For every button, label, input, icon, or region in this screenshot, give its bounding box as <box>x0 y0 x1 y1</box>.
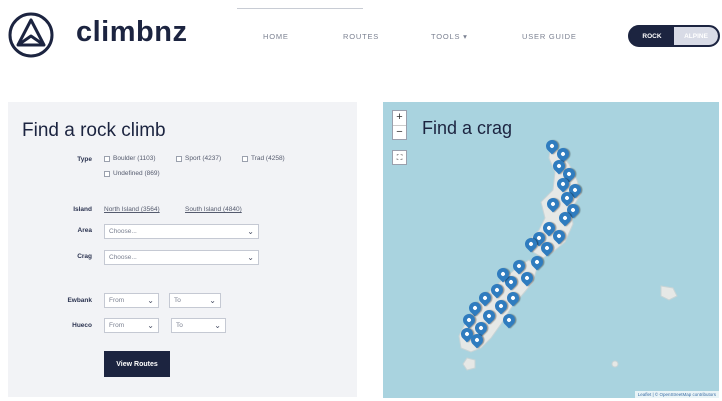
type-undefined-checkbox[interactable]: Undefined (869) <box>104 170 160 177</box>
ewbank-from-select[interactable]: From ⌄ <box>104 293 159 308</box>
area-label: Area <box>77 227 92 234</box>
area-select[interactable]: Choose... ⌄ <box>104 224 259 239</box>
south-island-link[interactable]: South Island (4840) <box>185 206 242 213</box>
hueco-from-value: From <box>109 322 125 329</box>
chevron-down-icon: ⌄ <box>209 296 216 305</box>
crag-map[interactable]: + − ⛶ Find a crag Leaflet | © OpenStreet… <box>383 102 719 398</box>
type-sport-checkbox[interactable]: Sport (4237) <box>176 155 221 162</box>
chevron-down-icon: ⌄ <box>147 296 154 305</box>
toggle-rock[interactable]: ROCK <box>630 27 674 45</box>
checkbox-box[interactable] <box>104 155 110 162</box>
type-label: Type <box>77 156 92 163</box>
toggle-alpine[interactable]: ALPINE <box>674 27 718 45</box>
checkbox-box[interactable] <box>242 155 248 162</box>
zoom-out-button[interactable]: − <box>393 125 406 139</box>
north-island-link[interactable]: North Island (3564) <box>104 206 160 213</box>
checkbox-box[interactable] <box>176 155 182 162</box>
type-boulder-label: Boulder (1103) <box>113 155 156 162</box>
rock-alpine-toggle[interactable]: ROCK ALPINE <box>628 25 720 47</box>
nav-indicator <box>237 8 363 9</box>
chevron-down-icon: ⌄ <box>247 227 254 236</box>
hueco-to-select[interactable]: To ⌄ <box>171 318 226 333</box>
crag-select[interactable]: Choose... ⌄ <box>104 250 259 265</box>
climbnz-page: climbnz HOME ROUTES TOOLS ▾ USER GUIDE R… <box>0 0 722 401</box>
ewbank-to-select[interactable]: To ⌄ <box>169 293 221 308</box>
search-panel: Find a rock climb Type Boulder (1103) Sp… <box>8 102 357 397</box>
chevron-down-icon: ⌄ <box>214 321 221 330</box>
ewbank-from-value: From <box>109 297 125 304</box>
ewbank-label: Ewbank <box>67 297 92 304</box>
nav-home[interactable]: HOME <box>263 32 289 41</box>
island-label: Island <box>73 206 92 213</box>
hueco-from-select[interactable]: From ⌄ <box>104 318 159 333</box>
brand-name[interactable]: climbnz <box>76 16 187 49</box>
nav-user-guide[interactable]: USER GUIDE <box>522 32 577 41</box>
type-boulder-checkbox[interactable]: Boulder (1103) <box>104 155 156 162</box>
chevron-down-icon: ⌄ <box>147 321 154 330</box>
map-attribution[interactable]: Leaflet | © OpenStreetMap contributors <box>634 391 719 398</box>
hueco-to-value: To <box>176 322 183 329</box>
ewbank-to-value: To <box>174 297 181 304</box>
type-trad-label: Trad (4258) <box>251 155 285 162</box>
nav-tools[interactable]: TOOLS ▾ <box>431 32 468 41</box>
crag-value: Choose... <box>109 254 137 261</box>
zoom-in-button[interactable]: + <box>393 111 406 125</box>
map-title: Find a crag <box>422 118 513 138</box>
hueco-label: Hueco <box>72 322 92 329</box>
area-value: Choose... <box>109 228 137 235</box>
fullscreen-icon[interactable]: ⛶ <box>392 150 407 165</box>
zoom-control: + − <box>392 110 407 140</box>
chevron-down-icon: ⌄ <box>247 253 254 262</box>
type-sport-label: Sport (4237) <box>185 155 222 162</box>
checkbox-box[interactable] <box>104 170 110 177</box>
search-title: Find a rock climb <box>22 120 166 141</box>
climbnz-logo-icon[interactable] <box>8 12 54 58</box>
crag-label: Crag <box>77 253 92 260</box>
type-trad-checkbox[interactable]: Trad (4258) <box>242 155 285 162</box>
type-undefined-label: Undefined (869) <box>113 170 160 177</box>
nav-routes[interactable]: ROUTES <box>343 32 379 41</box>
view-routes-button[interactable]: View Routes <box>104 351 170 377</box>
